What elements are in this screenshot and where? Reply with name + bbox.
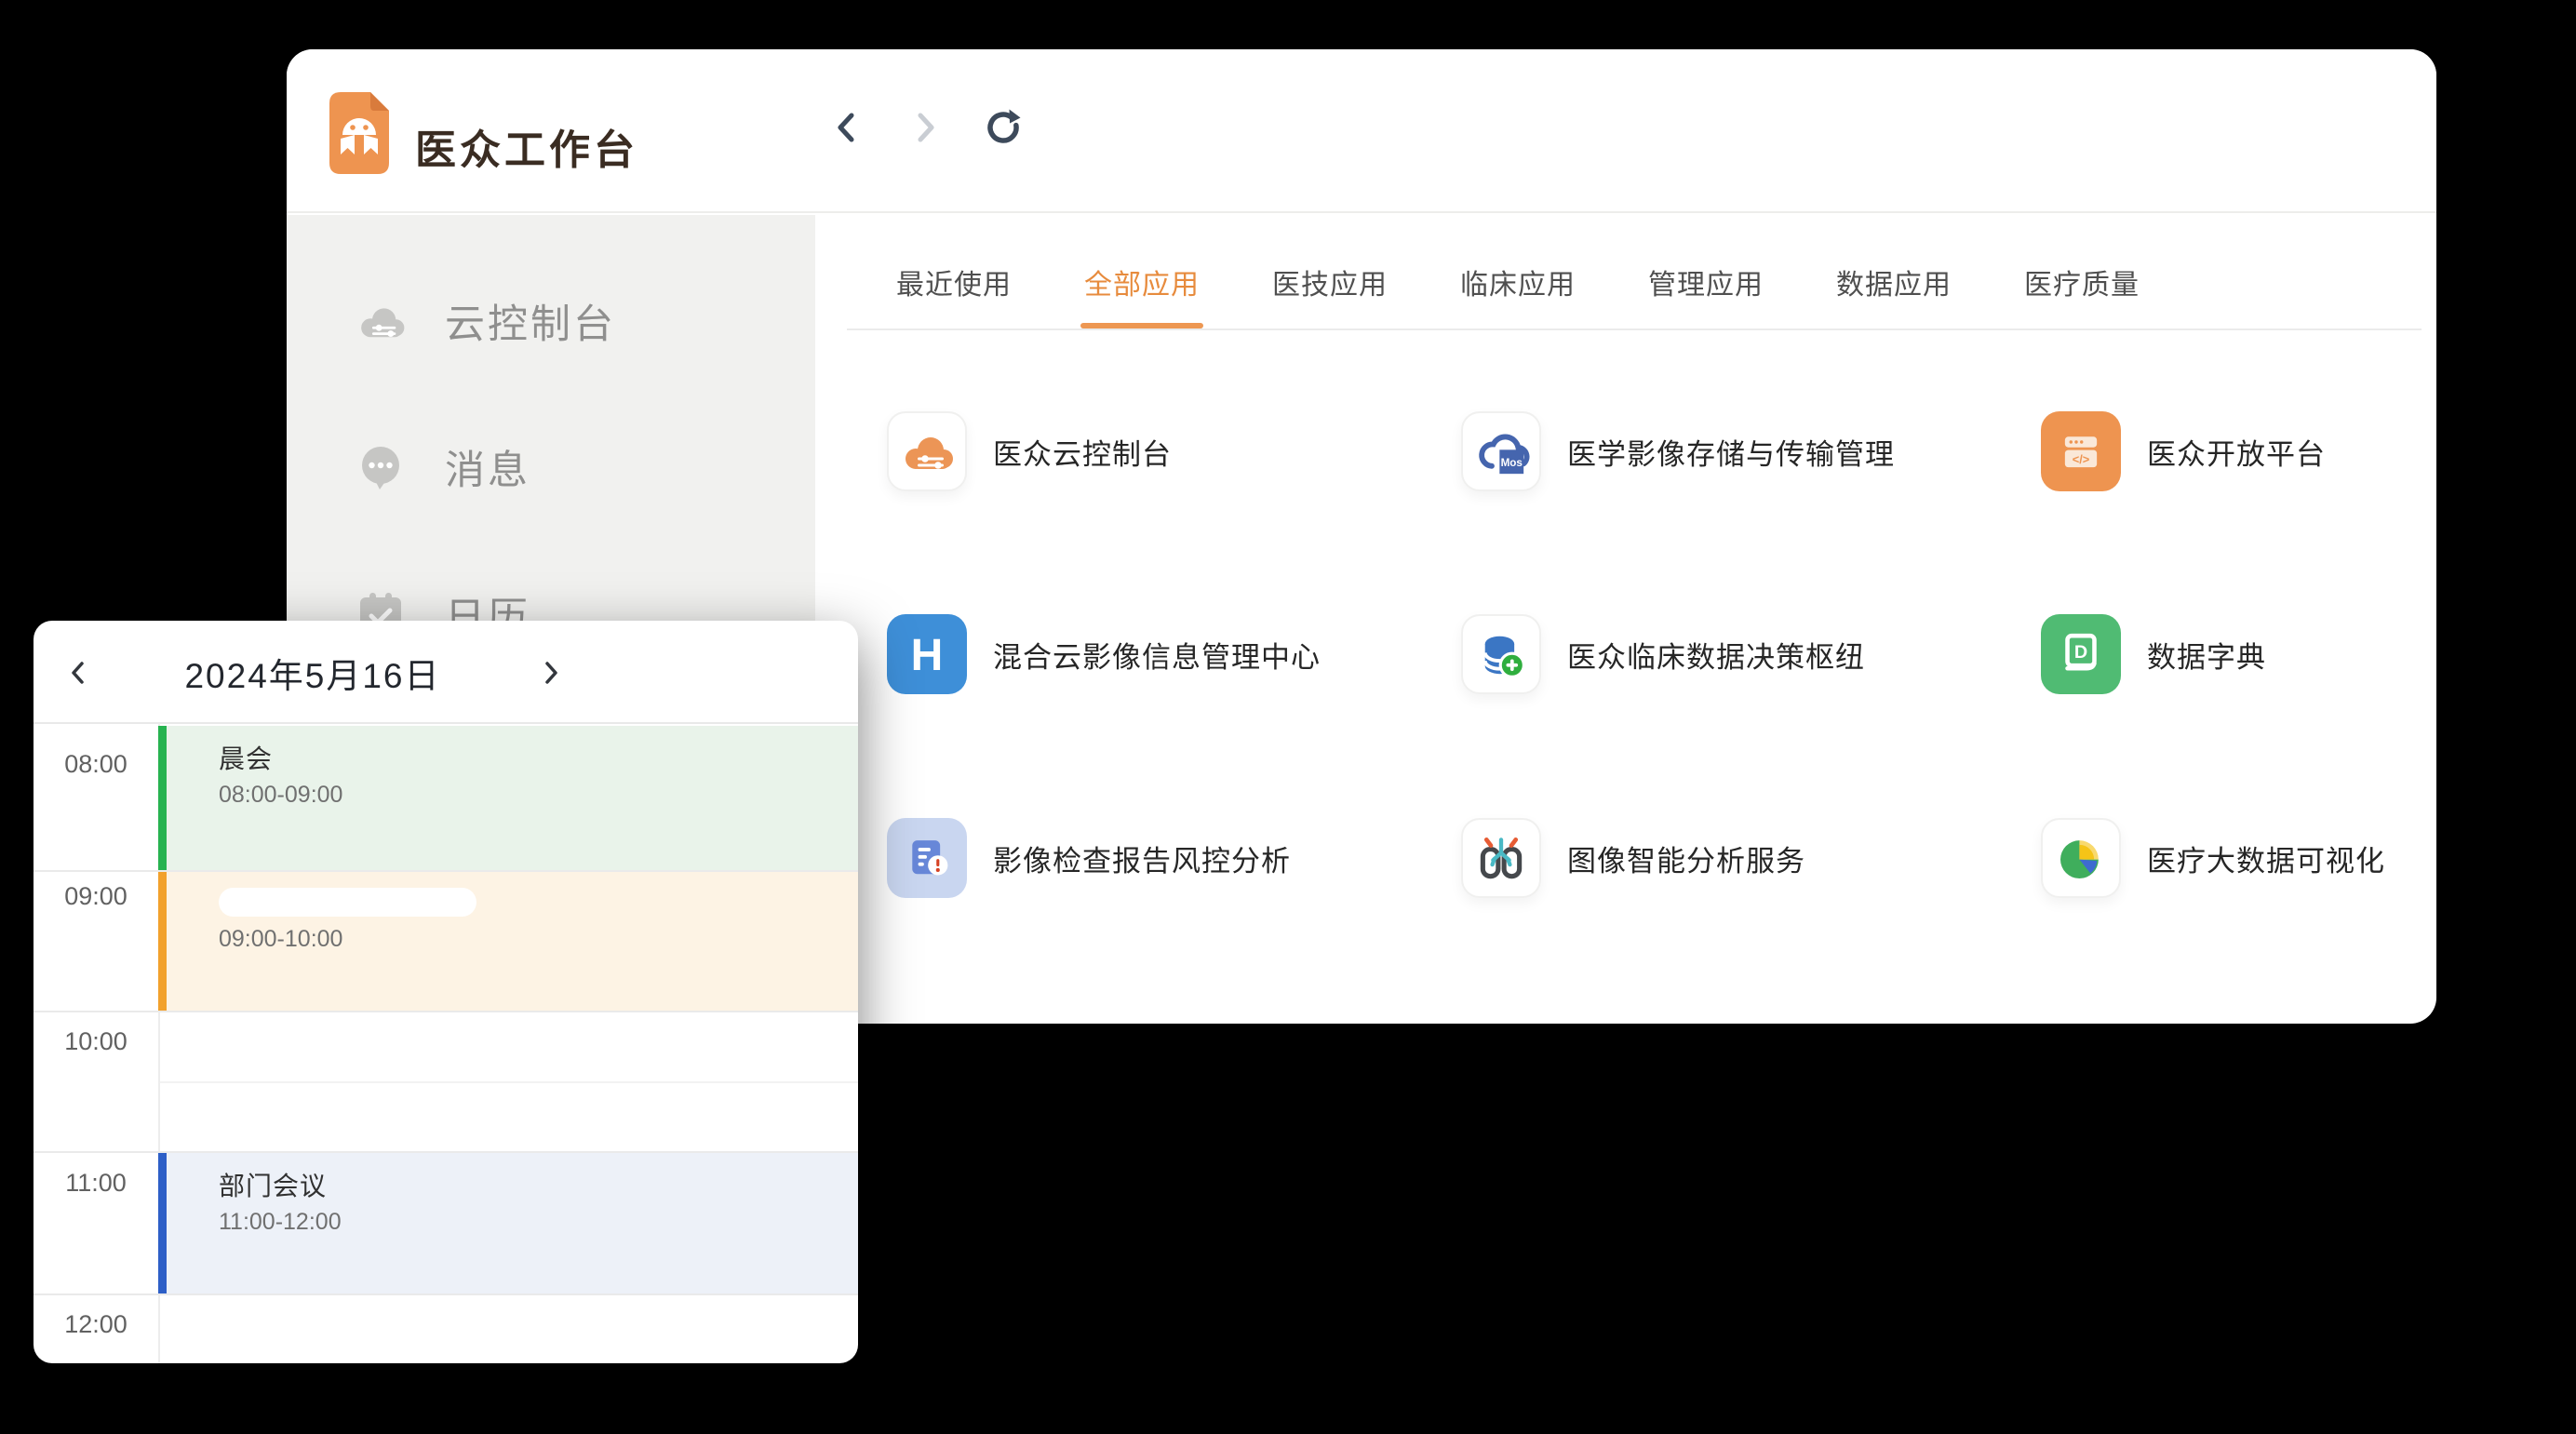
window-header: 医众工作台 <box>287 49 2436 213</box>
event-title: 晨会 <box>219 743 858 776</box>
app-clinical-data-hub[interactable]: 医众临床数据决策枢纽 <box>1461 614 1865 694</box>
app-hybrid-cloud-imaging[interactable]: H 混合云影像信息管理中心 <box>887 614 1321 694</box>
forward-button[interactable] <box>906 109 944 146</box>
next-day-button[interactable] <box>534 656 568 690</box>
calendar-date: 2024年5月16日 <box>127 621 499 724</box>
event-redacted[interactable]: 09:00-10:00 <box>158 872 858 1011</box>
event-title: 部门会议 <box>219 1170 858 1203</box>
app-open-platform[interactable]: </> 医众开放平台 <box>2041 411 2326 491</box>
svg-text:Mos: Mos <box>1501 457 1523 469</box>
app-pacs[interactable]: Mos 医学影像存储与传输管理 <box>1461 411 1895 491</box>
app-tile <box>887 818 967 898</box>
dictionary-book-icon: D <box>2051 624 2111 684</box>
sidebar-item-label: 云控制台 <box>445 292 616 350</box>
app-label: 医疗大数据可视化 <box>2147 838 2385 879</box>
app-label: 医学影像存储与传输管理 <box>1567 431 1895 473</box>
time-label: 08:00 <box>34 750 158 779</box>
app-data-dictionary[interactable]: D 数据字典 <box>2041 614 2266 694</box>
svg-text:H: H <box>911 631 944 680</box>
app-tile: H <box>887 614 967 694</box>
app-tile <box>2041 818 2121 898</box>
app-label: 医众云控制台 <box>993 431 1172 473</box>
redacted-title-pill <box>219 888 476 917</box>
hour-line <box>34 1011 858 1012</box>
tab-recently-used[interactable]: 最近使用 <box>896 269 1012 328</box>
event-morning-meeting[interactable]: 晨会 08:00-09:00 <box>158 726 858 870</box>
tab-clinical-apps[interactable]: 临床应用 <box>1460 269 1576 328</box>
tabs-divider <box>847 328 2422 330</box>
app-tile: </> <box>2041 411 2121 491</box>
prev-day-button[interactable] <box>61 656 95 690</box>
tab-medical-quality[interactable]: 医疗质量 <box>2024 269 2140 328</box>
mos-cloud-icon: Mos <box>1469 419 1534 484</box>
time-label: 11:00 <box>34 1169 158 1198</box>
event-time: 11:00-12:00 <box>219 1207 858 1237</box>
svg-text:</>: </> <box>2073 452 2090 466</box>
sidebar-item-label: 消息 <box>445 438 530 496</box>
app-label: 图像智能分析服务 <box>1567 838 1805 879</box>
app-report-risk-analysis[interactable]: 影像检查报告风控分析 <box>887 818 1291 898</box>
event-time: 09:00-10:00 <box>219 924 858 954</box>
hour-line <box>34 1293 858 1295</box>
message-bubble-icon <box>354 440 408 494</box>
app-category-tabs: 最近使用 全部应用 医技应用 临床应用 管理应用 数据应用 医疗质量 <box>896 269 2140 328</box>
event-department-meeting[interactable]: 部门会议 11:00-12:00 <box>158 1153 858 1293</box>
app-label: 混合云影像信息管理中心 <box>993 634 1321 676</box>
cloud-settings-icon <box>897 422 957 481</box>
tab-all-apps[interactable]: 全部应用 <box>1084 269 1200 328</box>
cloud-console-icon <box>354 294 408 348</box>
app-label: 医众临床数据决策枢纽 <box>1567 634 1865 676</box>
refresh-icon <box>985 109 1022 146</box>
tab-medtech-apps[interactable]: 医技应用 <box>1272 269 1388 328</box>
pie-chart-icon <box>2050 827 2112 889</box>
header-nav <box>828 109 1022 146</box>
chevron-right-icon <box>908 111 942 144</box>
report-alert-icon <box>896 827 958 889</box>
code-window-icon: </> <box>2053 423 2109 479</box>
time-label: 10:00 <box>34 1027 158 1056</box>
letter-h-icon: H <box>887 614 967 694</box>
half-hour-line <box>160 1081 858 1083</box>
canvas: { "window": { "title": "医众工作台" }, "heade… <box>0 0 2576 1434</box>
time-label: 12:00 <box>34 1310 158 1339</box>
app-tile: D <box>2041 614 2121 694</box>
app-tile <box>1461 818 1541 898</box>
app-cloud-console[interactable]: 医众云控制台 <box>887 411 1172 491</box>
svg-text:D: D <box>2074 642 2087 663</box>
app-tile: Mos <box>1461 411 1541 491</box>
sidebar-item-messages[interactable]: 消息 <box>354 438 530 496</box>
app-image-ai-analysis[interactable]: 图像智能分析服务 <box>1461 818 1805 898</box>
event-time: 08:00-09:00 <box>219 780 858 810</box>
tab-management-apps[interactable]: 管理应用 <box>1648 269 1764 328</box>
sidebar-item-cloud-console[interactable]: 云控制台 <box>354 292 616 350</box>
refresh-button[interactable] <box>985 109 1022 146</box>
app-label: 数据字典 <box>2147 634 2266 676</box>
lungs-icon <box>1470 827 1532 889</box>
calendar-panel: 2024年5月16日 08:00 09:00 10:00 11:00 12:00… <box>34 621 858 1363</box>
page-title: 医众工作台 <box>415 116 638 176</box>
app-label: 影像检查报告风控分析 <box>993 838 1291 879</box>
app-big-data-visualization[interactable]: 医疗大数据可视化 <box>2041 818 2385 898</box>
chevron-right-icon <box>538 660 564 686</box>
time-label: 09:00 <box>34 882 158 911</box>
chevron-left-icon <box>830 111 864 144</box>
app-tile <box>1461 614 1541 694</box>
app-label: 医众开放平台 <box>2147 431 2326 473</box>
tab-data-apps[interactable]: 数据应用 <box>1836 269 1952 328</box>
app-tile <box>887 411 967 491</box>
chevron-left-icon <box>65 660 91 686</box>
database-plus-icon <box>1470 623 1532 685</box>
calendar-header: 2024年5月16日 <box>34 621 858 724</box>
app-logo-icon <box>329 92 389 174</box>
back-button[interactable] <box>828 109 865 146</box>
